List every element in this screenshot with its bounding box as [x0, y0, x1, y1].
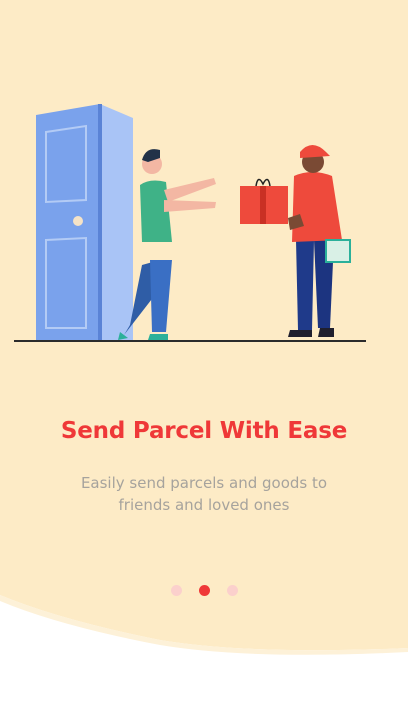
door-icon	[36, 104, 133, 340]
onboarding-screen: Send Parcel With Ease Easily send parcel…	[0, 0, 408, 716]
page-dot-3[interactable]	[226, 584, 238, 596]
delivery-handover-illustration	[14, 104, 366, 342]
parcel-icon	[240, 178, 288, 224]
page-dot-2-active[interactable]	[198, 584, 210, 596]
pagination-dots	[0, 584, 408, 596]
floor-line	[14, 340, 366, 342]
page-dot-1[interactable]	[170, 584, 182, 596]
courier-person	[288, 145, 351, 337]
onboarding-title: Send Parcel With Ease	[60, 418, 348, 444]
onboarding-description: Easily send parcels and goods to friends…	[80, 474, 328, 514]
